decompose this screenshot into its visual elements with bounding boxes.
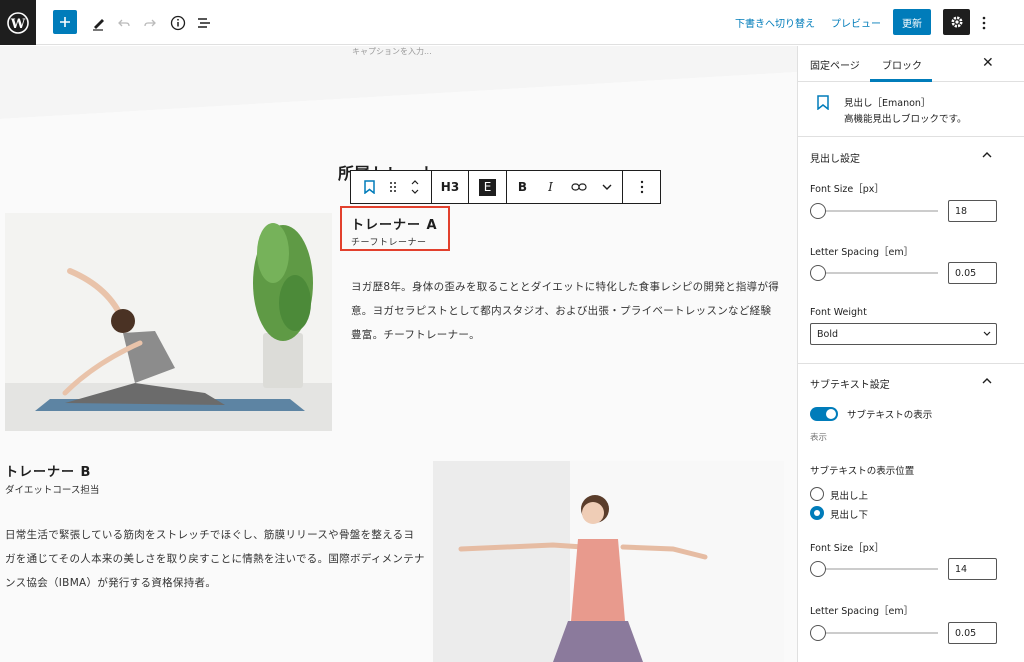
subtext-toggle[interactable] bbox=[810, 407, 838, 421]
add-block-button[interactable] bbox=[53, 10, 77, 34]
more-formats-chevron-icon[interactable] bbox=[593, 171, 621, 203]
slider-thumb[interactable] bbox=[810, 625, 826, 641]
bold-button[interactable]: B bbox=[509, 171, 537, 203]
editor-canvas[interactable]: キャプションを入力... 所属トレーナー H3 E B I bbox=[0, 46, 797, 662]
heading-settings-title[interactable]: 見出し設定 bbox=[810, 150, 860, 165]
trainer-b-subtext[interactable]: ダイエットコース担当 bbox=[5, 482, 99, 496]
editor-top-bar: W 下書きへ切り替え プレビュー 更新 bbox=[0, 0, 1024, 45]
update-button[interactable]: 更新 bbox=[893, 9, 931, 35]
block-card: 見出し［Emanon］ 高機能見出しブロックです。 bbox=[798, 82, 1024, 137]
chevron-up-icon[interactable] bbox=[982, 152, 992, 158]
settings-gear-icon[interactable] bbox=[943, 9, 970, 35]
radio-above-label[interactable]: 見出し上 bbox=[830, 488, 868, 502]
link-icon[interactable] bbox=[565, 171, 593, 203]
radio-above[interactable] bbox=[810, 487, 824, 501]
trainer-a-subtext[interactable]: チーフトレーナー bbox=[351, 235, 426, 248]
heading-level-button[interactable]: H3 bbox=[441, 171, 459, 203]
tab-page[interactable]: 固定ページ bbox=[810, 57, 860, 72]
drag-handle-icon[interactable] bbox=[382, 171, 404, 203]
bookmark-icon bbox=[817, 95, 829, 110]
chevron-down-icon bbox=[983, 331, 991, 336]
close-icon[interactable]: ✕ bbox=[982, 55, 994, 71]
wordpress-logo-icon[interactable]: W bbox=[0, 0, 36, 45]
trainer-a-yoga-photo[interactable] bbox=[5, 213, 332, 431]
letter-spacing-input[interactable]: 0.05 bbox=[948, 262, 997, 284]
redo-icon[interactable] bbox=[138, 11, 162, 35]
letter-spacing-slider[interactable] bbox=[810, 265, 938, 281]
trainer-b-description[interactable]: 日常生活で緊張している筋肉をストレッチでほぐし、筋膜リリースや骨盤を整えるヨガを… bbox=[5, 523, 425, 595]
subtext-toggle-help: 表示 bbox=[810, 433, 828, 443]
trainer-b-heading[interactable]: トレーナー B bbox=[5, 461, 91, 480]
font-size-slider[interactable] bbox=[810, 203, 938, 219]
more-options-icon[interactable] bbox=[972, 11, 996, 35]
preview-link[interactable]: プレビュー bbox=[831, 15, 881, 30]
info-icon[interactable] bbox=[166, 11, 190, 35]
subtext-letter-spacing-label: Letter Spacing［em］ bbox=[810, 606, 914, 617]
undo-icon[interactable] bbox=[112, 11, 136, 35]
slider-thumb[interactable] bbox=[810, 561, 826, 577]
block-description: 高機能見出しブロックです。 bbox=[844, 114, 967, 125]
move-up-down-icon[interactable] bbox=[404, 171, 426, 203]
font-size-input[interactable]: 18 bbox=[948, 200, 997, 222]
subtext-font-size-label: Font Size［px］ bbox=[810, 543, 884, 554]
bookmark-block-icon[interactable] bbox=[356, 171, 382, 203]
pencil-icon[interactable] bbox=[87, 11, 111, 35]
subtext-letter-spacing-input[interactable]: 0.05 bbox=[948, 622, 997, 644]
font-size-label: Font Size［px］ bbox=[810, 184, 884, 195]
font-weight-select[interactable]: Bold bbox=[810, 323, 997, 345]
subtext-position-label: サブテキストの表示位置 bbox=[810, 466, 915, 477]
letter-spacing-label: Letter Spacing［em］ bbox=[810, 247, 914, 258]
settings-sidebar: 固定ページ ブロック ✕ 見出し［Emanon］ 高機能見出しブロックです。 見… bbox=[797, 46, 1024, 662]
block-toolbar: H3 E B I bbox=[350, 170, 661, 204]
slider-thumb[interactable] bbox=[810, 203, 826, 219]
radio-below-label[interactable]: 見出し下 bbox=[830, 507, 868, 521]
block-name: 見出し［Emanon］ bbox=[844, 98, 931, 109]
radio-below[interactable] bbox=[810, 506, 824, 520]
svg-text:W: W bbox=[10, 17, 26, 32]
list-view-icon[interactable] bbox=[192, 11, 216, 35]
trainer-a-description[interactable]: ヨガ歴8年。身体の歪みを取ることとダイエットに特化した食事レシピの開発と指導が得… bbox=[351, 275, 781, 347]
switch-to-draft-link[interactable]: 下書きへ切り替え bbox=[735, 15, 815, 30]
italic-button[interactable]: I bbox=[537, 171, 565, 203]
chevron-up-icon[interactable] bbox=[982, 378, 992, 384]
subtext-settings-title[interactable]: サブテキスト設定 bbox=[810, 376, 890, 391]
block-options-icon[interactable] bbox=[640, 171, 644, 203]
subtext-letter-spacing-slider[interactable] bbox=[810, 625, 938, 641]
subtext-toggle-label: サブテキストの表示 bbox=[847, 410, 933, 421]
tab-block[interactable]: ブロック bbox=[882, 57, 922, 72]
emanon-icon[interactable]: E bbox=[479, 178, 496, 196]
subtext-font-size-input[interactable]: 14 bbox=[948, 558, 997, 580]
trainer-a-heading[interactable]: トレーナー A bbox=[351, 214, 438, 233]
font-weight-label: Font Weight bbox=[810, 307, 867, 318]
slider-thumb[interactable] bbox=[810, 265, 826, 281]
sidebar-tabs: 固定ページ ブロック ✕ bbox=[798, 46, 1024, 82]
image-caption-placeholder[interactable]: キャプションを入力... bbox=[352, 46, 432, 57]
trainer-b-yoga-photo[interactable] bbox=[433, 461, 784, 662]
subtext-font-size-slider[interactable] bbox=[810, 561, 938, 577]
